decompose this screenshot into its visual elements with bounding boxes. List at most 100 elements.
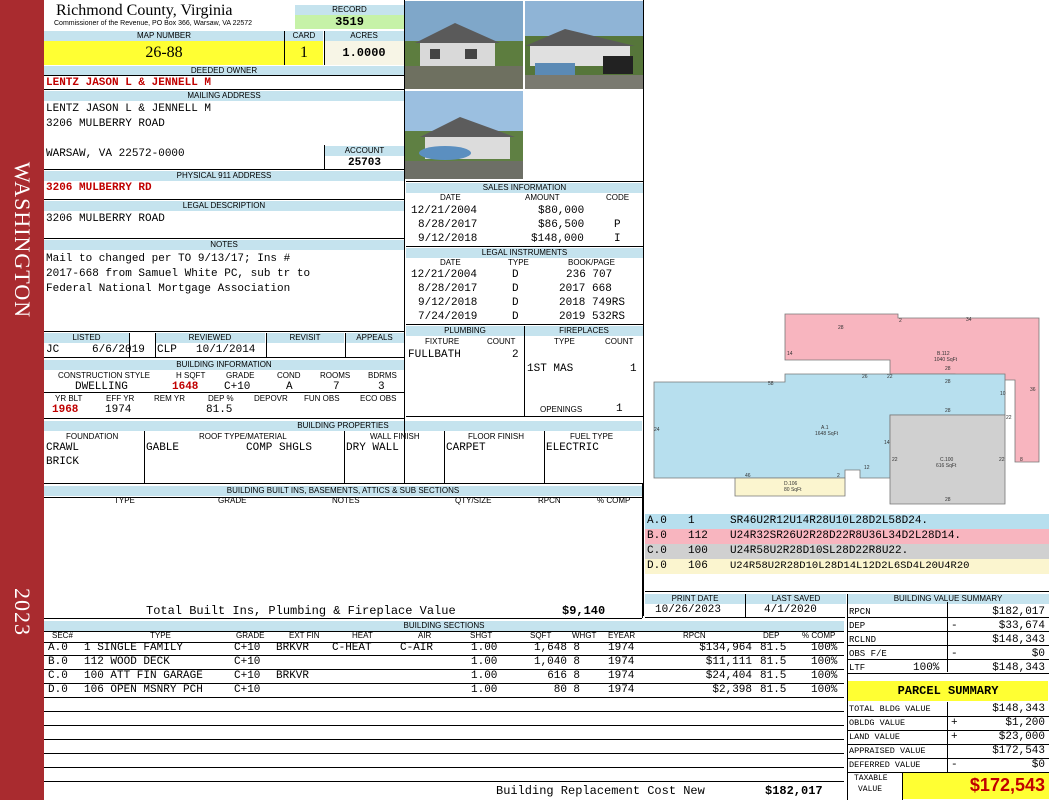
grid-line bbox=[266, 333, 267, 357]
revisit-label: REVISIT bbox=[266, 333, 344, 343]
legal-row-date: 8/28/2017 bbox=[418, 283, 478, 295]
sketch-dim: 46 bbox=[745, 473, 751, 479]
sketch-dim: 24 bbox=[654, 427, 660, 433]
grid-line bbox=[129, 333, 130, 357]
building-info-title: BUILDING INFORMATION bbox=[44, 360, 404, 370]
bsections-cell: $24,404 bbox=[705, 670, 752, 682]
card-value: 1 bbox=[285, 41, 323, 65]
parcel-value: $148,343 bbox=[992, 703, 1045, 715]
bsections-cell: 1,648 bbox=[533, 642, 567, 654]
sketch-desc: SR46U2R12U14R28U10L28D2L58D24. bbox=[730, 515, 929, 527]
township-label: WASHINGTON bbox=[10, 161, 35, 319]
taxable-label-2: VALUE bbox=[858, 785, 883, 794]
brcn-value: $182,017 bbox=[765, 784, 823, 798]
legal-col-type: TYPE bbox=[508, 258, 529, 267]
listed-by: JC bbox=[46, 344, 60, 356]
property-photo-1 bbox=[405, 1, 523, 89]
sketch-code: C.0 bbox=[647, 545, 667, 557]
bsections-col: EYEAR bbox=[608, 631, 636, 640]
grid-line bbox=[847, 716, 1049, 717]
property-photo-3 bbox=[405, 91, 523, 179]
plumbing-fixture: FULLBATH bbox=[408, 349, 461, 361]
bsections-cell: 80 bbox=[553, 684, 567, 696]
grid-line bbox=[642, 483, 643, 618]
bsections-cell: B.0 bbox=[48, 656, 68, 668]
bsections-col: SHGT bbox=[470, 631, 493, 640]
bsections-cell: 1.00 bbox=[471, 684, 498, 696]
roof-material: COMP SHGLS bbox=[246, 442, 313, 454]
legal-col-bookpage: BOOK/PAGE bbox=[568, 258, 615, 267]
bsections-cell: 100% bbox=[811, 684, 838, 696]
sketch-dim: 58 bbox=[768, 381, 774, 387]
col-rooms: ROOMS bbox=[320, 371, 351, 380]
sales-col-code: CODE bbox=[606, 193, 630, 202]
grid-line bbox=[44, 683, 844, 684]
builtins-total-label: Total Built Ins, Plumbing & Fireplace Va… bbox=[146, 604, 456, 618]
sketch-num: 1 bbox=[688, 515, 695, 527]
sketch-dim: 28 bbox=[945, 379, 951, 385]
bsections-cell: 81.5 bbox=[760, 656, 787, 668]
bsections-col: % COMP bbox=[802, 631, 836, 640]
fuel-type: ELECTRIC bbox=[546, 442, 599, 454]
grid-line bbox=[847, 744, 1049, 745]
grid-line bbox=[44, 392, 404, 393]
county-title: Richmond County, Virginia bbox=[56, 2, 233, 19]
sketch-dim: 22 bbox=[1006, 415, 1012, 421]
sketch-num: 106 bbox=[688, 560, 708, 572]
grid-line bbox=[847, 772, 1049, 773]
grid-line bbox=[643, 0, 644, 616]
col-effyr: EFF YR bbox=[106, 394, 135, 403]
grid-line bbox=[406, 416, 643, 417]
bsections-col: SQFT bbox=[530, 631, 552, 640]
sales-row-amount: $148,000 bbox=[531, 233, 584, 245]
grid-line bbox=[344, 431, 345, 483]
side-band bbox=[0, 0, 44, 800]
grid-line bbox=[144, 431, 145, 483]
legal-row-type: D bbox=[512, 269, 519, 281]
print-date-label: PRINT DATE bbox=[645, 594, 745, 604]
bsections-cell: 100% bbox=[811, 656, 838, 668]
bsections-cell: 100% bbox=[811, 642, 838, 654]
grid-line bbox=[155, 333, 156, 357]
grid-line bbox=[406, 246, 643, 247]
sales-row-date: 9/12/2018 bbox=[418, 233, 478, 245]
grid-line bbox=[44, 781, 844, 782]
bsections-cell: 1.00 bbox=[471, 670, 498, 682]
taxable-label-1: TAXABLE bbox=[854, 774, 888, 783]
grid-line bbox=[847, 659, 1049, 660]
grid-line bbox=[44, 618, 642, 619]
bsections-cell: C.0 bbox=[48, 670, 68, 682]
parcel-label: OBLDG VALUE bbox=[849, 718, 906, 728]
last-saved-date: 4/1/2020 bbox=[764, 604, 817, 616]
grid-line bbox=[44, 75, 404, 76]
col-ecoobs: ECO OBS bbox=[360, 394, 397, 403]
bsections-cell: 616 bbox=[547, 670, 567, 682]
sketch-dim: 26 bbox=[862, 374, 868, 380]
legal-row-bookpage: 2019 532RS bbox=[559, 311, 626, 323]
bprops-col-foundation: FOUNDATION bbox=[66, 432, 119, 441]
bvs-title: BUILDING VALUE SUMMARY bbox=[847, 594, 1049, 604]
bsections-cell: 1 SINGLE FAMILY bbox=[84, 642, 184, 654]
floor-plan-sketch bbox=[653, 313, 1040, 505]
grid-line bbox=[44, 642, 844, 643]
col-yrblt: YR BLT bbox=[55, 394, 83, 403]
bsections-cell: 1974 bbox=[608, 642, 635, 654]
grid-line bbox=[44, 238, 404, 239]
legal-instr-title: LEGAL INSTRUMENTS bbox=[406, 248, 643, 258]
bsections-cell: C+10 bbox=[234, 670, 261, 682]
bsections-cell: 8 bbox=[573, 642, 580, 654]
last-saved-label: LAST SAVED bbox=[746, 594, 846, 604]
mailing-line1: LENTZ JASON L & JENNELL M bbox=[46, 103, 212, 115]
reviewed-label: REVIEWED bbox=[155, 333, 265, 343]
sketch-area-a: 1648 SqFt bbox=[815, 431, 839, 437]
builtins-total-value: $9,140 bbox=[562, 604, 606, 618]
sales-col-date: DATE bbox=[440, 193, 461, 202]
grid-line bbox=[645, 617, 845, 618]
col-bdrms: BDRMS bbox=[368, 371, 397, 380]
plumbing-title: PLUMBING bbox=[406, 326, 524, 336]
legal-row-type: D bbox=[512, 311, 519, 323]
grid-line bbox=[44, 483, 642, 484]
bsections-cell: C+10 bbox=[234, 684, 261, 696]
legal-row-type: D bbox=[512, 283, 519, 295]
sketch-dim: 12 bbox=[864, 465, 870, 471]
